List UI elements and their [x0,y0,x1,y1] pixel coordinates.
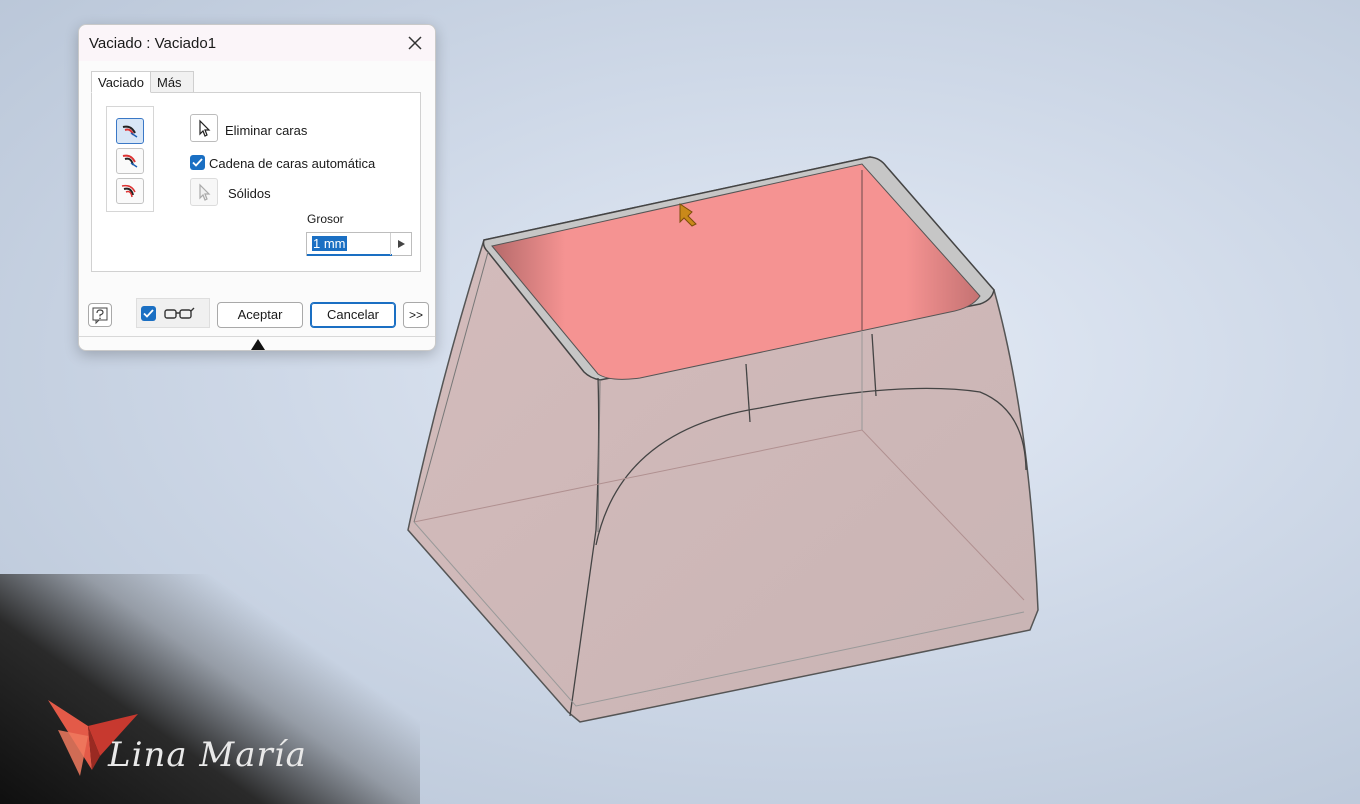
preview-checkbox[interactable] [141,306,156,321]
checkmark-icon [192,158,203,167]
shell-both-icon [121,184,136,198]
solids-label: Sólidos [228,186,271,201]
thickness-input[interactable]: 1 mm [306,232,412,256]
tab-mas[interactable]: Más [150,71,194,93]
thickness-label: Grosor [307,212,344,226]
thickness-value: 1 mm [312,236,347,251]
shell-inside-button[interactable] [116,118,144,144]
arrow-cursor-icon [199,119,211,137]
remove-faces-select-button[interactable] [190,114,218,142]
play-arrow-icon [398,240,405,248]
checkmark-icon [143,309,154,318]
more-options-button[interactable]: >> [403,302,429,328]
remove-faces-label: Eliminar caras [225,123,308,138]
tab-vaciado[interactable]: Vaciado [91,71,151,93]
solids-select-button[interactable] [190,178,218,206]
help-button[interactable] [88,303,112,327]
cancel-button[interactable]: Cancelar [310,302,396,328]
expand-triangle-icon[interactable] [250,337,266,351]
direction-mode-group [106,106,154,212]
shell-outside-button[interactable] [116,148,144,174]
help-icon [92,307,108,325]
watermark-text: Lina María [108,735,307,775]
shell-inside-icon [122,125,138,138]
shell-options-panel: Eliminar caras Cadena de caras automátic… [91,92,421,272]
auto-chain-label: Cadena de caras automática [209,156,376,171]
glasses-icon [164,307,195,319]
dialog-title: Vaciado : Vaciado1 [89,35,217,52]
shell-dialog: Vaciado : Vaciado1 Vaciado Más Eliminar … [78,24,436,351]
input-focus-underline [307,254,392,256]
ok-button[interactable]: Aceptar [217,302,303,328]
close-icon[interactable] [405,33,425,53]
arrow-cursor-icon [199,183,211,201]
shell-outside-icon [122,154,138,168]
preview-toggle-group [136,298,210,328]
auto-chain-checkbox[interactable] [190,155,205,170]
dialog-titlebar[interactable]: Vaciado : Vaciado1 [79,25,435,61]
shell-both-button[interactable] [116,178,144,204]
thickness-flyout-button[interactable] [390,233,411,255]
